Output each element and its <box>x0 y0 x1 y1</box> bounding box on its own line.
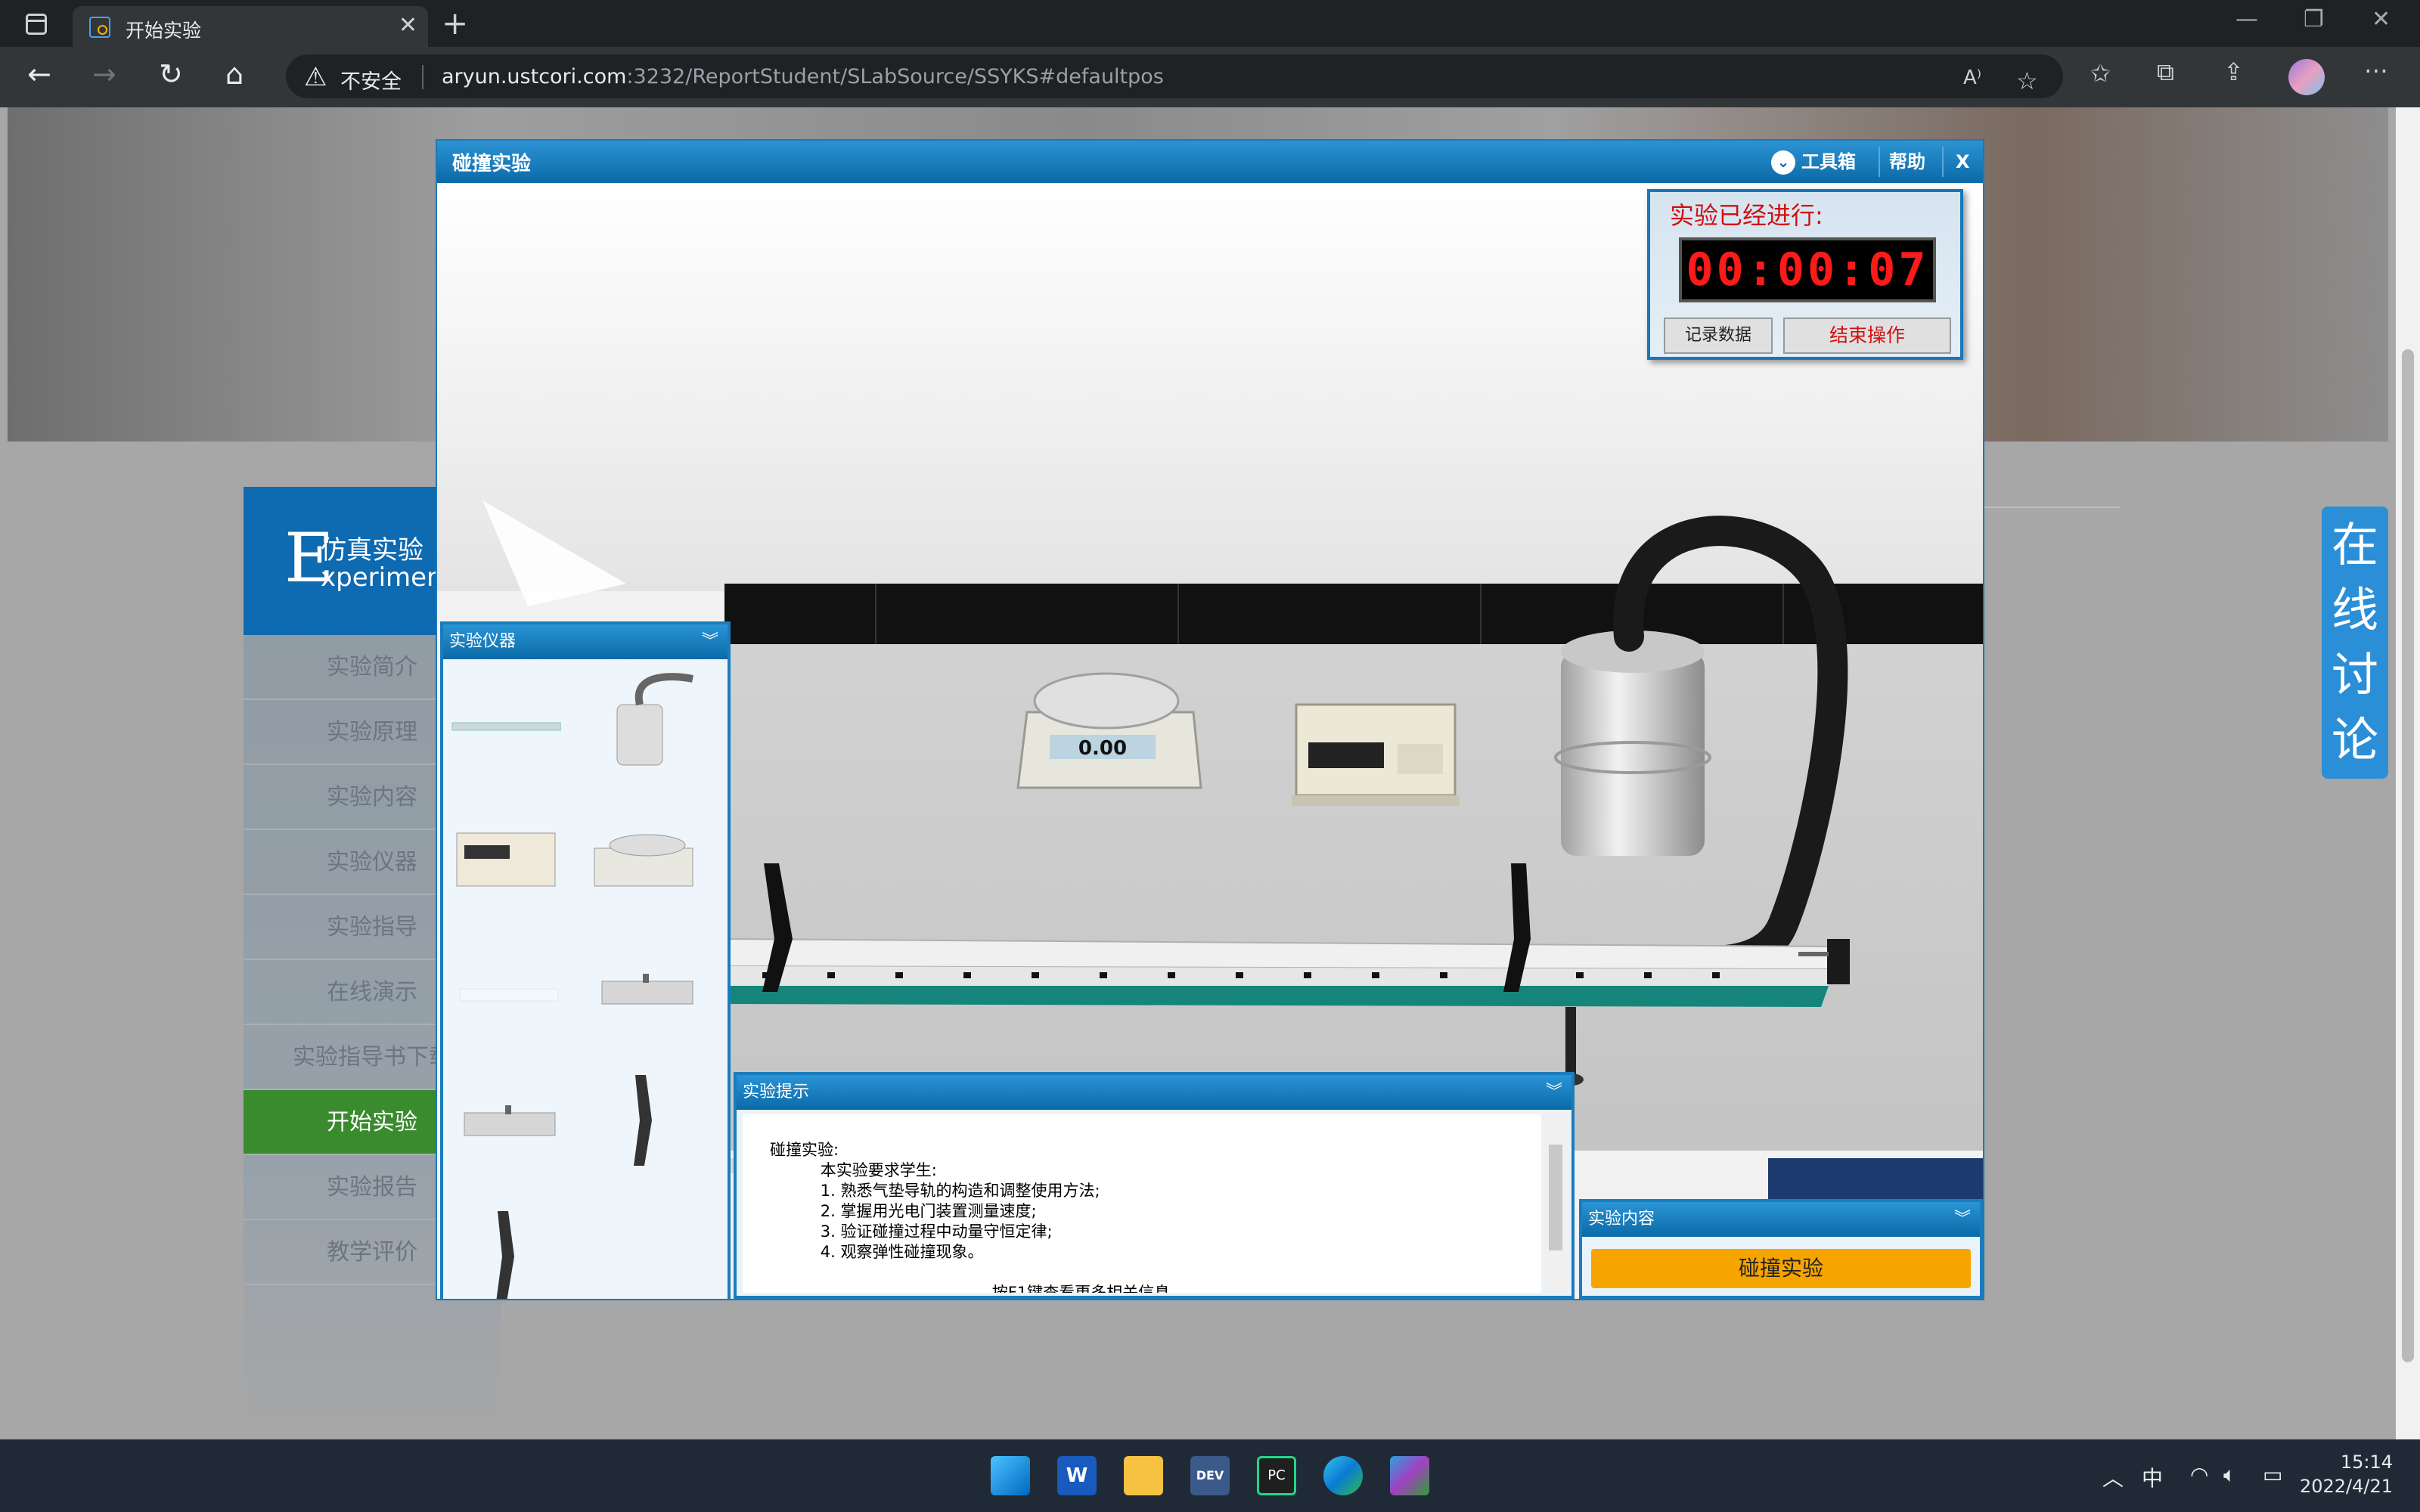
new-tab-icon[interactable]: + <box>442 5 468 42</box>
instrument-list <box>443 659 728 1299</box>
title-separator <box>1942 147 1944 177</box>
pycharm-icon[interactable]: PC <box>1257 1456 1296 1495</box>
word-icon[interactable]: W <box>1057 1456 1097 1495</box>
instrument-glider-plate[interactable] <box>449 936 561 1042</box>
collision-experiment-button[interactable]: 碰撞实验 <box>1591 1249 1971 1288</box>
page-scrollbar[interactable] <box>2396 107 2420 1439</box>
clock-time: 15:14 <box>2340 1452 2393 1473</box>
collapse-icon[interactable]: ︾ <box>702 624 718 659</box>
read-aloud-icon[interactable]: A⁾ <box>1963 67 1981 89</box>
refresh-icon[interactable]: ↻ <box>159 57 183 91</box>
record-data-button[interactable]: 记录数据 <box>1664 318 1773 354</box>
back-icon[interactable]: ← <box>27 57 51 91</box>
url-text[interactable]: aryun.ustcori.com:3232/ReportStudent/SLa… <box>442 65 1164 88</box>
experiment-close-button[interactable]: X <box>1956 144 1970 180</box>
minimize-icon[interactable]: — <box>2235 6 2258 33</box>
online-discussion-button[interactable]: 在线讨论 <box>2322 507 2388 779</box>
track-base <box>724 986 1829 1007</box>
windows-taskbar: W DEV PC ︿ 中 ◠ 🔈︎ ▭ 15:14 2022/4/21 <box>0 1439 2420 1512</box>
timer-label: 实验已经进行: <box>1670 201 1823 230</box>
wifi-icon[interactable]: ◠ <box>2190 1462 2208 1487</box>
toolbox-button[interactable]: ⌄ 工具箱 <box>1771 144 1856 180</box>
edge-icon[interactable] <box>1323 1456 1363 1495</box>
instrument-slider-b[interactable] <box>449 1067 561 1173</box>
collections-icon[interactable]: ⧉ <box>2157 57 2174 87</box>
content-panel-header[interactable]: 实验内容 ︾ <box>1582 1202 1980 1237</box>
elapsed-time-display: 00:00:07 <box>1679 237 1936 302</box>
profile-avatar[interactable] <box>2288 59 2325 95</box>
share-icon[interactable]: ⇪ <box>2223 57 2244 86</box>
instrument-photogate-a[interactable] <box>587 1067 699 1173</box>
instrument-slider-a[interactable] <box>587 936 699 1042</box>
title-separator <box>1879 147 1880 177</box>
url-field[interactable]: ⚠ 不安全 aryun.ustcori.com:3232/ReportStude… <box>286 54 2063 98</box>
browser-tab[interactable]: 开始实验 ✕ <box>73 6 428 47</box>
instruments-panel-title: 实验仪器 <box>449 632 517 651</box>
clock-date: 2022/4/21 <box>2299 1476 2393 1497</box>
help-button[interactable]: 帮助 <box>1889 144 1925 180</box>
instrument-timer[interactable] <box>449 803 561 909</box>
balance-readout: 0.00 <box>1078 737 1127 760</box>
electronic-balance[interactable]: 0.00 <box>1016 672 1202 789</box>
favorites-icon[interactable]: ✩ <box>2090 59 2111 88</box>
warning-icon: ⚠ <box>304 62 327 92</box>
instrument-air-pump[interactable] <box>587 667 699 773</box>
experiment-title-bar: 碰撞实验 ⌄ 工具箱 帮助 X <box>437 141 1983 183</box>
tips-panel: 实验提示 ︾ 碰撞实验: 本实验要求学生: 1. 熟悉气垫导轨的构造和调整使用方法… <box>734 1072 1575 1299</box>
tips-text: 碰撞实验: 本实验要求学生: 1. 熟悉气垫导轨的构造和调整使用方法; 2. 掌… <box>743 1114 1541 1293</box>
battery-icon[interactable]: ▭ <box>2263 1462 2282 1487</box>
add-favorite-icon[interactable]: ☆ <box>2016 67 2038 95</box>
tab-title: 开始实验 <box>126 20 202 42</box>
end-operation-button[interactable]: 结束操作 <box>1783 318 1951 354</box>
tab-favicon-icon <box>89 17 110 38</box>
instruments-panel-header[interactable]: 实验仪器 ︾ <box>443 624 728 659</box>
address-bar-row: ← → ↻ ⌂ ⚠ 不安全 aryun.ustcori.com:3232/Rep… <box>0 47 2420 107</box>
experiment-title: 碰撞实验 <box>452 153 532 175</box>
tab-close-icon[interactable]: ✕ <box>399 12 417 39</box>
ime-indicator[interactable]: 中 <box>2142 1462 2163 1492</box>
tray-chevron-icon[interactable]: ︿ <box>2102 1462 2124 1492</box>
lab-3d-scene[interactable]: 0.00 实验已经进行: 00:00:07 记录数据 结束操作 实验仪器 ︾ 实… <box>437 183 1983 1299</box>
dev-tool-icon[interactable]: DEV <box>1190 1456 1230 1495</box>
tips-scrollbar-thumb[interactable] <box>1549 1145 1562 1250</box>
volume-icon[interactable]: 🔈︎ <box>2223 1462 2236 1488</box>
instrument-photogate-b[interactable] <box>449 1204 561 1299</box>
security-label[interactable]: 不安全 <box>340 65 402 94</box>
content-panel: 实验内容 ︾ 碰撞实验 <box>1579 1199 1983 1299</box>
more-icon[interactable]: ⋯ <box>2364 56 2388 85</box>
air-pump[interactable] <box>1554 631 1711 856</box>
air-track[interactable] <box>724 937 1829 1007</box>
tips-panel-title: 实验提示 <box>743 1083 810 1101</box>
experiment-window: 碰撞实验 ⌄ 工具箱 帮助 X 0.00 实验已经进行: 00:00:07 记录… <box>436 139 1984 1300</box>
counter-backsplash <box>724 584 1983 644</box>
home-icon[interactable]: ⌂ <box>225 57 244 91</box>
start-icon[interactable] <box>991 1456 1030 1495</box>
tab-actions-icon[interactable] <box>26 14 47 35</box>
clock[interactable]: 15:14 2022/4/21 <box>2300 1450 2393 1498</box>
chevron-down-icon: ⌄ <box>1771 150 1795 175</box>
lab-app-icon[interactable] <box>1390 1456 1429 1495</box>
forward-icon[interactable]: → <box>92 57 116 91</box>
sidebar-header-en: xperiment <box>321 562 453 593</box>
timer-panel: 实验已经进行: 00:00:07 记录数据 结束操作 <box>1647 189 1963 360</box>
file-explorer-icon[interactable] <box>1124 1456 1163 1495</box>
instruments-panel: 实验仪器 ︾ <box>440 621 731 1299</box>
restore-icon[interactable]: ❐ <box>2304 6 2324 33</box>
content-panel-title: 实验内容 <box>1588 1210 1655 1228</box>
url-separator <box>422 65 424 89</box>
digital-timer-device[interactable] <box>1292 703 1460 806</box>
scrollbar-thumb[interactable] <box>2402 349 2414 1362</box>
sidebar-header-cn: 仿真实验 <box>321 535 424 565</box>
instrument-balance[interactable] <box>587 803 699 909</box>
collapse-icon[interactable]: ︾ <box>1546 1075 1562 1110</box>
browser-tab-bar: 开始实验 ✕ + — ❐ ✕ <box>0 0 2420 47</box>
instrument-air-track[interactable] <box>449 674 561 780</box>
tips-panel-header[interactable]: 实验提示 ︾ <box>737 1075 1571 1110</box>
tips-scrollbar[interactable] <box>1544 1114 1567 1293</box>
collapse-icon[interactable]: ︾ <box>1954 1202 1971 1237</box>
window-close-icon[interactable]: ✕ <box>2372 6 2391 33</box>
